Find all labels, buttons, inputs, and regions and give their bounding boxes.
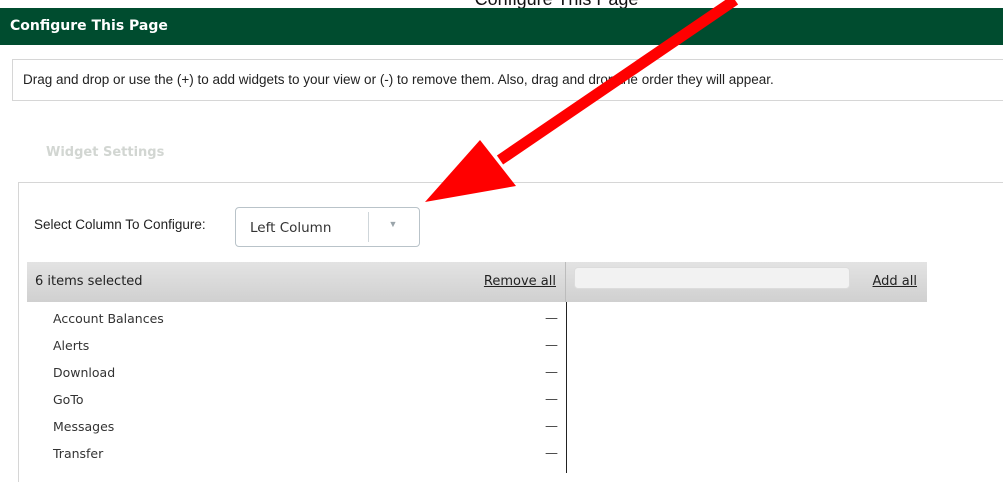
list-item[interactable]: GoTo —: [27, 386, 566, 413]
minus-icon[interactable]: —: [545, 359, 558, 386]
column-select[interactable]: Left Column ▼: [235, 207, 420, 247]
add-all-link[interactable]: Add all: [873, 274, 918, 289]
list-item[interactable]: Account Balances —: [27, 305, 566, 332]
column-select-label: Select Column To Configure:: [34, 217, 206, 232]
remove-all-link[interactable]: Remove all: [484, 274, 556, 289]
top-caption-text: Configure This Page: [475, 0, 639, 8]
top-caption: Configure This Page: [0, 0, 1003, 8]
column-select-value: Left Column: [250, 220, 332, 236]
minus-icon[interactable]: —: [545, 440, 558, 467]
instructions-box: Drag and drop or use the (+) to add widg…: [12, 59, 1003, 101]
chevron-down-icon[interactable]: ▼: [381, 219, 405, 229]
section-title: Widget Settings: [46, 145, 165, 160]
list-item-label: Download: [53, 365, 116, 380]
selected-widget-list: Account Balances — Alerts — Download — G…: [27, 305, 566, 467]
list-item[interactable]: Messages —: [27, 413, 566, 440]
minus-icon[interactable]: —: [545, 305, 558, 332]
list-item[interactable]: Download —: [27, 359, 566, 386]
list-divider: [566, 302, 567, 473]
minus-icon[interactable]: —: [545, 386, 558, 413]
minus-icon[interactable]: —: [545, 332, 558, 359]
list-item-label: Alerts: [53, 338, 90, 353]
list-item-label: Account Balances: [53, 311, 164, 326]
available-search-input[interactable]: [574, 267, 850, 289]
list-item-label: GoTo: [53, 392, 84, 407]
page-header: Configure This Page: [0, 8, 1003, 45]
list-item[interactable]: Alerts —: [27, 332, 566, 359]
selected-list-header: 6 items selected Remove all: [27, 262, 566, 302]
available-list-header: Add all: [566, 262, 927, 302]
select-divider: [368, 212, 369, 242]
instructions-text: Drag and drop or use the (+) to add widg…: [23, 72, 774, 87]
page-title: Configure This Page: [10, 18, 168, 34]
list-item-label: Messages: [53, 419, 115, 434]
minus-icon[interactable]: —: [545, 413, 558, 440]
selected-count: 6 items selected: [35, 274, 143, 289]
list-item-label: Transfer: [53, 446, 104, 461]
list-item[interactable]: Transfer —: [27, 440, 566, 467]
